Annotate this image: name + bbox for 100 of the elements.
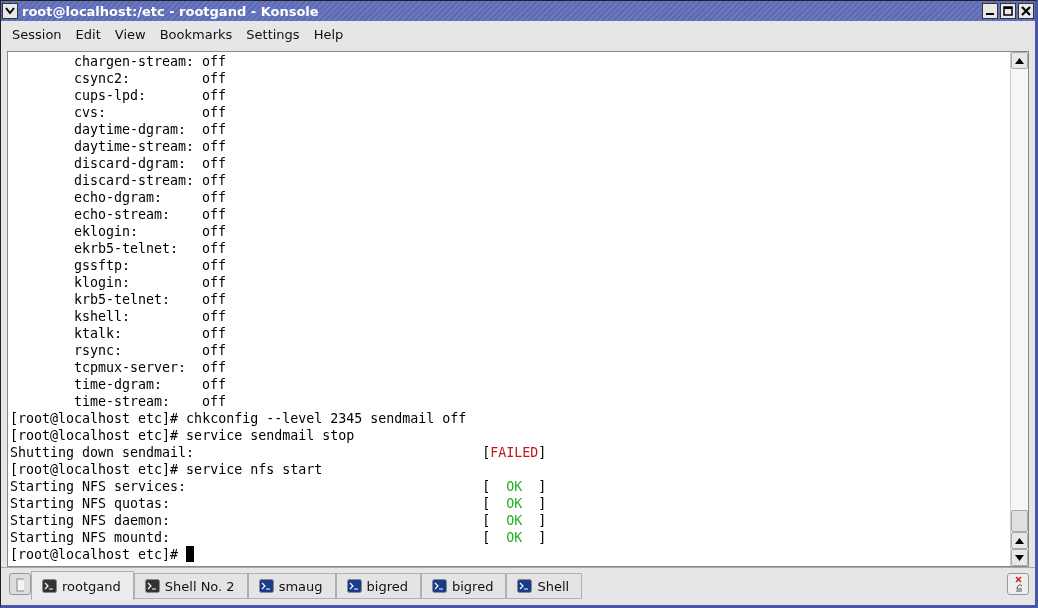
scroll-down-button[interactable] xyxy=(1011,549,1028,566)
service-state: off xyxy=(202,359,227,376)
service-name: krb5-telnet: xyxy=(74,291,172,308)
service-name: ekrb5-telnet: xyxy=(74,240,180,257)
status-message: Shutting down sendmail: xyxy=(10,444,196,461)
maximize-icon xyxy=(1003,6,1013,16)
terminal-icon xyxy=(42,579,57,593)
service-state: off xyxy=(202,70,227,87)
new-session-button[interactable] xyxy=(9,573,31,595)
terminal-icon xyxy=(346,579,362,593)
menu-item[interactable]: Edit xyxy=(68,24,108,44)
menu-item[interactable]: Help xyxy=(306,24,351,44)
menu-item[interactable]: Session xyxy=(5,24,69,44)
window-menu-button[interactable] xyxy=(2,3,18,19)
service-name: cvs: xyxy=(74,104,108,121)
terminal-icon xyxy=(517,579,533,593)
bracket: [ xyxy=(482,444,491,461)
service-name: gssftp: xyxy=(74,257,132,274)
terminal-icon xyxy=(144,579,160,593)
service-state: off xyxy=(202,206,227,223)
service-state: off xyxy=(202,257,227,274)
service-name: eklogin: xyxy=(74,223,140,240)
service-state: off xyxy=(202,393,227,410)
command-line: [root@localhost etc]# service nfs start xyxy=(10,461,323,478)
close-button[interactable] xyxy=(1018,3,1034,19)
service-state: off xyxy=(202,274,227,291)
arrow-up-icon xyxy=(1015,537,1024,544)
close-session-button[interactable] xyxy=(1007,573,1029,595)
terminal-icon xyxy=(258,579,274,593)
status-message: Starting NFS mountd: xyxy=(10,529,172,546)
service-name: time-dgram: xyxy=(74,376,164,393)
scroll-up-button[interactable] xyxy=(1011,532,1028,549)
menu-item[interactable]: Settings xyxy=(239,24,307,44)
session-tab[interactable]: bigred xyxy=(420,573,507,599)
service-name: time-stream: xyxy=(74,393,172,410)
status-result: OK xyxy=(505,512,524,529)
bracket: [ xyxy=(482,512,491,529)
terminal-icon xyxy=(431,579,447,593)
status-result: OK xyxy=(505,478,524,495)
status-result: OK xyxy=(505,529,524,546)
command-line: [root@localhost etc]# service sendmail stop xyxy=(10,427,355,444)
service-name: echo-stream: xyxy=(74,206,172,223)
service-name: tcpmux-server: xyxy=(74,359,188,376)
arrow-down-icon xyxy=(1015,554,1024,561)
service-name: discard-dgram: xyxy=(74,155,188,172)
bracket: ] xyxy=(538,495,547,512)
status-result: OK xyxy=(505,495,524,512)
service-name: cups-lpd: xyxy=(74,87,148,104)
service-state: off xyxy=(202,53,227,70)
scrollbar[interactable] xyxy=(1010,52,1028,566)
service-state: off xyxy=(202,138,227,155)
service-name: csync2: xyxy=(74,70,132,87)
minimize-button[interactable] xyxy=(982,3,998,19)
service-state: off xyxy=(202,376,227,393)
session-tab[interactable]: Shell No. 2 xyxy=(133,573,248,599)
status-message: Starting NFS quotas: xyxy=(10,495,172,512)
status-result: FAILED xyxy=(490,444,539,461)
close-icon xyxy=(1021,6,1031,16)
service-state: off xyxy=(202,342,227,359)
menu-item[interactable]: Bookmarks xyxy=(152,24,240,44)
service-state: off xyxy=(202,223,227,240)
command-line: [root@localhost etc]# chkconfig --level 2345 sendmail off xyxy=(10,410,467,427)
status-message: Starting NFS services: xyxy=(10,478,188,495)
service-state: off xyxy=(202,172,227,189)
status-message: Starting NFS daemon: xyxy=(10,512,172,529)
scroll-up-button[interactable] xyxy=(1011,52,1028,69)
bracket: [ xyxy=(482,478,491,495)
service-name: daytime-stream: xyxy=(74,138,196,155)
service-name: ktalk: xyxy=(74,325,124,342)
service-name: discard-stream: xyxy=(74,172,196,189)
service-name: rsync: xyxy=(74,342,124,359)
close-session-icon xyxy=(1014,576,1022,592)
service-name: klogin: xyxy=(74,274,132,291)
service-state: off xyxy=(202,104,227,121)
service-state: off xyxy=(202,87,227,104)
bracket: ] xyxy=(538,444,547,461)
service-name: kshell: xyxy=(74,308,132,325)
session-tab[interactable]: smaug xyxy=(247,573,336,599)
scrollbar-thumb[interactable] xyxy=(1011,510,1028,532)
session-tab[interactable]: bigred xyxy=(335,573,421,599)
bracket: ] xyxy=(538,512,547,529)
service-name: daytime-dgram: xyxy=(74,121,188,138)
window-title: root@localhost:/etc - rootgand - Konsole xyxy=(22,3,320,19)
service-state: off xyxy=(202,325,227,342)
menu-item[interactable]: View xyxy=(107,24,153,44)
service-state: off xyxy=(202,155,227,172)
service-name: chargen-stream: xyxy=(74,53,196,70)
chevron-down-icon xyxy=(5,7,15,15)
bracket: [ xyxy=(482,495,491,512)
service-name: echo-dgram: xyxy=(74,189,164,206)
minimize-icon xyxy=(986,13,994,15)
service-state: off xyxy=(202,240,227,257)
service-state: off xyxy=(202,291,227,308)
bracket: ] xyxy=(538,529,547,546)
service-state: off xyxy=(202,308,227,325)
session-tab[interactable]: Shell xyxy=(506,573,583,599)
command-line: [root@localhost etc]# xyxy=(10,546,179,563)
arrow-up-icon xyxy=(1015,57,1024,64)
session-tab[interactable]: rootgand xyxy=(31,571,134,600)
maximize-button[interactable] xyxy=(1000,3,1016,19)
